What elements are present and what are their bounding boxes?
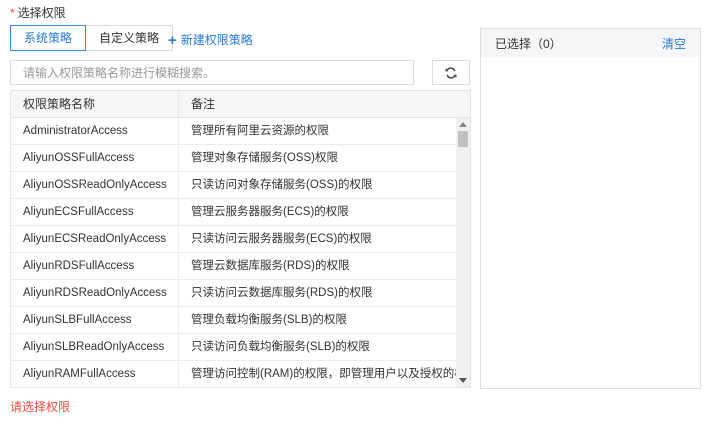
scroll-down-icon[interactable] [459,378,467,383]
required-mark: * [10,6,15,20]
policy-name: AliyunSLBReadOnlyAccess [11,334,179,360]
policy-note: 管理所有阿里云资源的权限 [191,125,329,137]
selected-panel-header: 已选择（0） 清空 [481,29,700,57]
table-row[interactable]: AliyunRDSReadOnlyAccess 只读访问云数据库服务(RDS)的权… [11,280,457,307]
table-scrollbar[interactable] [456,118,470,387]
tab-system-policy[interactable]: 系统策略 [10,25,87,51]
policy-note: 只读访问负载均衡服务(SLB)的权限 [191,341,370,353]
column-header-note: 备注 [191,97,216,111]
policy-note: 管理访问控制(RAM)的权限，即管理用户以及授权的权限 [191,368,457,380]
table-row[interactable]: AliyunOSSFullAccess 管理对象存储服务(OSS)权限 [11,145,457,172]
policy-name: AliyunOSSFullAccess [11,145,179,171]
policy-name: AliyunRDSReadOnlyAccess [11,280,179,306]
table-row[interactable]: AliyunOSSReadOnlyAccess 只读访问对象存储服务(OSS)的权… [11,172,457,199]
selected-panel: 已选择（0） 清空 [480,28,701,389]
plus-icon: + [168,32,177,49]
policy-name: AliyunECSFullAccess [11,199,179,225]
table-header: 权限策略名称 备注 [11,91,470,118]
policy-note: 管理云数据库服务(RDS)的权限 [191,260,350,272]
table-row[interactable]: AliyunSLBReadOnlyAccess 只读访问负载均衡服务(SLB)的权… [11,334,457,361]
policy-name: AdministratorAccess [11,118,179,144]
field-label-text: 选择权限 [17,6,66,20]
refresh-icon [445,66,457,79]
scroll-thumb[interactable] [458,131,468,147]
selected-count-title: 已选择（0） [495,36,562,51]
table-body: AdministratorAccess 管理所有阿里云资源的权限 AliyunOS… [11,118,457,387]
clear-selection-link[interactable]: 清空 [662,35,686,52]
validation-error: 请选择权限 [10,400,71,414]
table-row[interactable]: AliyunECSFullAccess 管理云服务器服务(ECS)的权限 [11,199,457,226]
policy-name: AliyunRDSFullAccess [11,253,179,279]
scroll-up-icon[interactable] [459,122,467,127]
column-header-name: 权限策略名称 [11,91,179,117]
policy-name: AliyunSLBFullAccess [11,307,179,333]
tab-custom-policy[interactable]: 自定义策略 [86,25,174,51]
policy-search-input[interactable] [10,60,414,85]
table-row[interactable]: AliyunRAMFullAccess 管理访问控制(RAM)的权限，即管理用户以… [11,361,457,387]
policy-note: 只读访问对象存储服务(OSS)的权限 [191,179,373,191]
policy-note: 只读访问云数据库服务(RDS)的权限 [191,287,373,299]
new-policy-link[interactable]: + 新建权限策略 [168,31,253,49]
policy-note: 管理负载均衡服务(SLB)的权限 [191,314,347,326]
policy-name: AliyunRAMFullAccess [11,361,179,387]
table-row[interactable]: AliyunSLBFullAccess 管理负载均衡服务(SLB)的权限 [11,307,457,334]
policy-note: 管理对象存储服务(OSS)权限 [191,152,338,164]
policy-type-tabs: 系统策略 自定义策略 [10,25,174,51]
policy-name: AliyunECSReadOnlyAccess [11,226,179,252]
new-policy-label: 新建权限策略 [180,33,253,47]
policy-note: 只读访问云服务器服务(ECS)的权限 [191,233,372,245]
table-row[interactable]: AliyunRDSFullAccess 管理云数据库服务(RDS)的权限 [11,253,457,280]
field-label: * 选择权限 [10,4,66,21]
table-row[interactable]: AliyunECSReadOnlyAccess 只读访问云服务器服务(ECS)的权… [11,226,457,253]
policy-table: 权限策略名称 备注 AdministratorAccess 管理所有阿里云资源的权… [10,90,471,388]
refresh-button[interactable] [432,60,470,85]
policy-name: AliyunOSSReadOnlyAccess [11,172,179,198]
table-row[interactable]: AdministratorAccess 管理所有阿里云资源的权限 [11,118,457,145]
policy-note: 管理云服务器服务(ECS)的权限 [191,206,349,218]
